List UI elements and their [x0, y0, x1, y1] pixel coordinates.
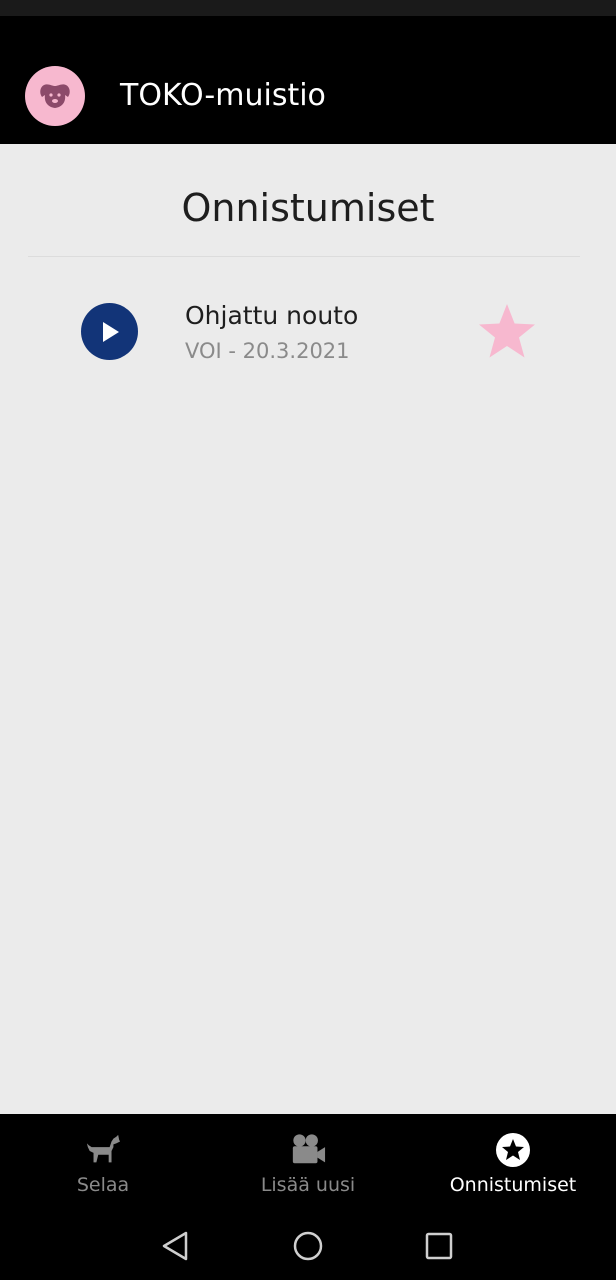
- divider: [28, 256, 580, 257]
- page-title: Onnistumiset: [181, 186, 435, 230]
- play-button[interactable]: [81, 303, 138, 360]
- app-bar: TOKO-muistio: [0, 16, 616, 144]
- status-bar: [0, 0, 616, 16]
- nav-item-selaa[interactable]: Selaa: [43, 1114, 163, 1214]
- nav-label: Lisää uusi: [260, 1174, 356, 1196]
- home-icon[interactable]: [290, 1228, 326, 1264]
- back-icon[interactable]: [158, 1228, 194, 1264]
- favorite-star-icon[interactable]: [477, 302, 537, 360]
- list-item[interactable]: Ohjattu nouto VOI - 20.3.2021: [0, 294, 616, 374]
- nav-item-lisaa-uusi[interactable]: Lisää uusi: [248, 1114, 368, 1214]
- item-title: Ohjattu nouto: [185, 301, 359, 330]
- star-circle-icon: [495, 1132, 531, 1168]
- dog-icon: [85, 1132, 121, 1168]
- app-logo: [25, 66, 85, 126]
- main-content: Onnistumiset Ohjattu nouto VOI - 20.3.20…: [0, 144, 616, 1114]
- recents-icon[interactable]: [421, 1228, 457, 1264]
- nav-label: Onnistumiset: [449, 1174, 577, 1196]
- play-icon: [102, 321, 119, 342]
- item-subtitle: VOI - 20.3.2021: [185, 339, 350, 363]
- dog-face-icon: [40, 84, 70, 108]
- video-camera-icon: [290, 1132, 326, 1168]
- nav-item-onnistumiset[interactable]: Onnistumiset: [443, 1114, 583, 1214]
- nav-label: Selaa: [76, 1174, 130, 1196]
- system-navigation-bar: [0, 1214, 616, 1280]
- app-title: TOKO-muistio: [120, 78, 326, 113]
- bottom-navigation: Selaa Lisää uusi Onnistumiset: [0, 1114, 616, 1214]
